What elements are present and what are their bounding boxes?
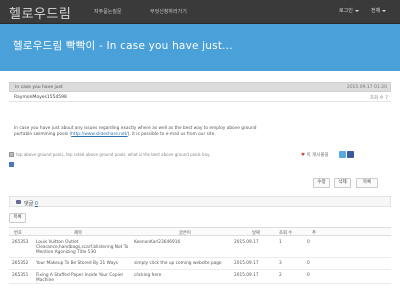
chevron-down-icon <box>382 9 387 12</box>
delete-button[interactable]: 삭제 <box>334 178 351 188</box>
all-label: 전체 <box>371 8 381 14</box>
tag-icon <box>9 152 14 157</box>
site-brand[interactable]: 헬로우드림 <box>9 3 71 22</box>
row-title[interactable]: Your Makeup To Be Stored By 21 Ways <box>36 261 146 266</box>
top-navbar: 헬로우드림 자주묻는질문 무엇신청하러가기 로그인 전체 <box>0 0 400 24</box>
edit-button[interactable]: 수정 <box>313 178 330 188</box>
row-number: 265352 <box>12 261 29 266</box>
page-banner: 헬로우드림 빡빡이 - In case you have just... <box>0 24 400 71</box>
nav-link-apply[interactable]: 무엇신청하러가기 <box>150 8 187 15</box>
comment-section: 댓글 0 <box>9 196 391 207</box>
chevron-down-icon <box>354 9 359 12</box>
table-row[interactable]: 265351 Fixing A Stuffed Paper Inside You… <box>9 270 391 284</box>
row-views: 3 <box>279 261 282 266</box>
attachment-icon[interactable] <box>9 162 14 167</box>
page-title: 헬로우드림 빡빡이 - In case you have just... <box>13 40 233 52</box>
share-heart-icon: ♥ <box>301 153 306 158</box>
post-body: In case you have just about any issues r… <box>14 126 284 137</box>
row-author[interactable]: simply click the up coming website page <box>134 261 222 266</box>
share-label-text: 이 게시물을 <box>306 153 329 158</box>
all-menu[interactable]: 전체 <box>371 7 387 14</box>
login-label: 로그인 <box>339 8 353 14</box>
list-button-bottom[interactable]: 목록 <box>9 213 26 223</box>
post-body-line2: portable swimming pools (http://www.slid… <box>14 132 284 138</box>
row-date: 2015.09.17 <box>234 240 259 245</box>
row-title[interactable]: Fixing A Stuffed Paper Inside Your Copie… <box>36 273 126 283</box>
row-date: 2015.09.17 <box>234 273 259 278</box>
row-author[interactable]: KeenonKarl23646916 <box>134 240 180 245</box>
nav-link-faq[interactable]: 자주묻는질문 <box>94 8 122 15</box>
facebook-icon[interactable] <box>347 151 354 158</box>
post-body-area: In case you have just about any issues r… <box>9 82 391 192</box>
share-label: ♥ 이 게시물을 <box>301 152 329 158</box>
table-row[interactable]: 265352 Your Makeup To Be Stored By 21 Wa… <box>9 258 391 270</box>
list-button-top[interactable]: 목록 <box>356 178 378 188</box>
comment-count[interactable]: 0 <box>35 201 38 207</box>
row-author[interactable]: clicking here <box>134 273 161 278</box>
comment-icon <box>16 200 21 204</box>
row-views: 2 <box>279 273 282 278</box>
comment-label-text: 댓글 <box>24 200 34 207</box>
post-body-suffix: ), it is possible to e-mail us from our … <box>127 131 216 137</box>
post-body-link[interactable]: http://www.slideshare.net/ <box>71 132 127 137</box>
row-number: 265353 <box>12 240 29 245</box>
row-number: 265351 <box>12 273 29 278</box>
row-votes: 0 <box>307 261 310 266</box>
post-tags[interactable]: top above ground pools, top rated above … <box>16 152 211 157</box>
post-list-table: 번호 제목 글쓴이 날짜 조회 수 추 265353 Louis Vuitton… <box>9 227 391 284</box>
row-votes: 0 <box>307 240 310 245</box>
row-votes: 0 <box>307 273 310 278</box>
twitter-icon[interactable] <box>339 151 346 158</box>
table-header: 번호 제목 글쓴이 날짜 조회 수 추 <box>9 227 391 236</box>
post-body-prefix: portable swimming pools ( <box>14 131 72 137</box>
row-title[interactable]: Louis Vuitton Outlet Clearance,handbags,… <box>36 240 136 255</box>
comment-header: 댓글 0 <box>24 200 38 207</box>
row-views: 1 <box>279 240 282 245</box>
login-menu[interactable]: 로그인 <box>339 7 359 14</box>
row-date: 2015.09.17 <box>234 261 259 266</box>
table-row[interactable]: 265353 Louis Vuitton Outlet Clearance,ha… <box>9 236 391 258</box>
